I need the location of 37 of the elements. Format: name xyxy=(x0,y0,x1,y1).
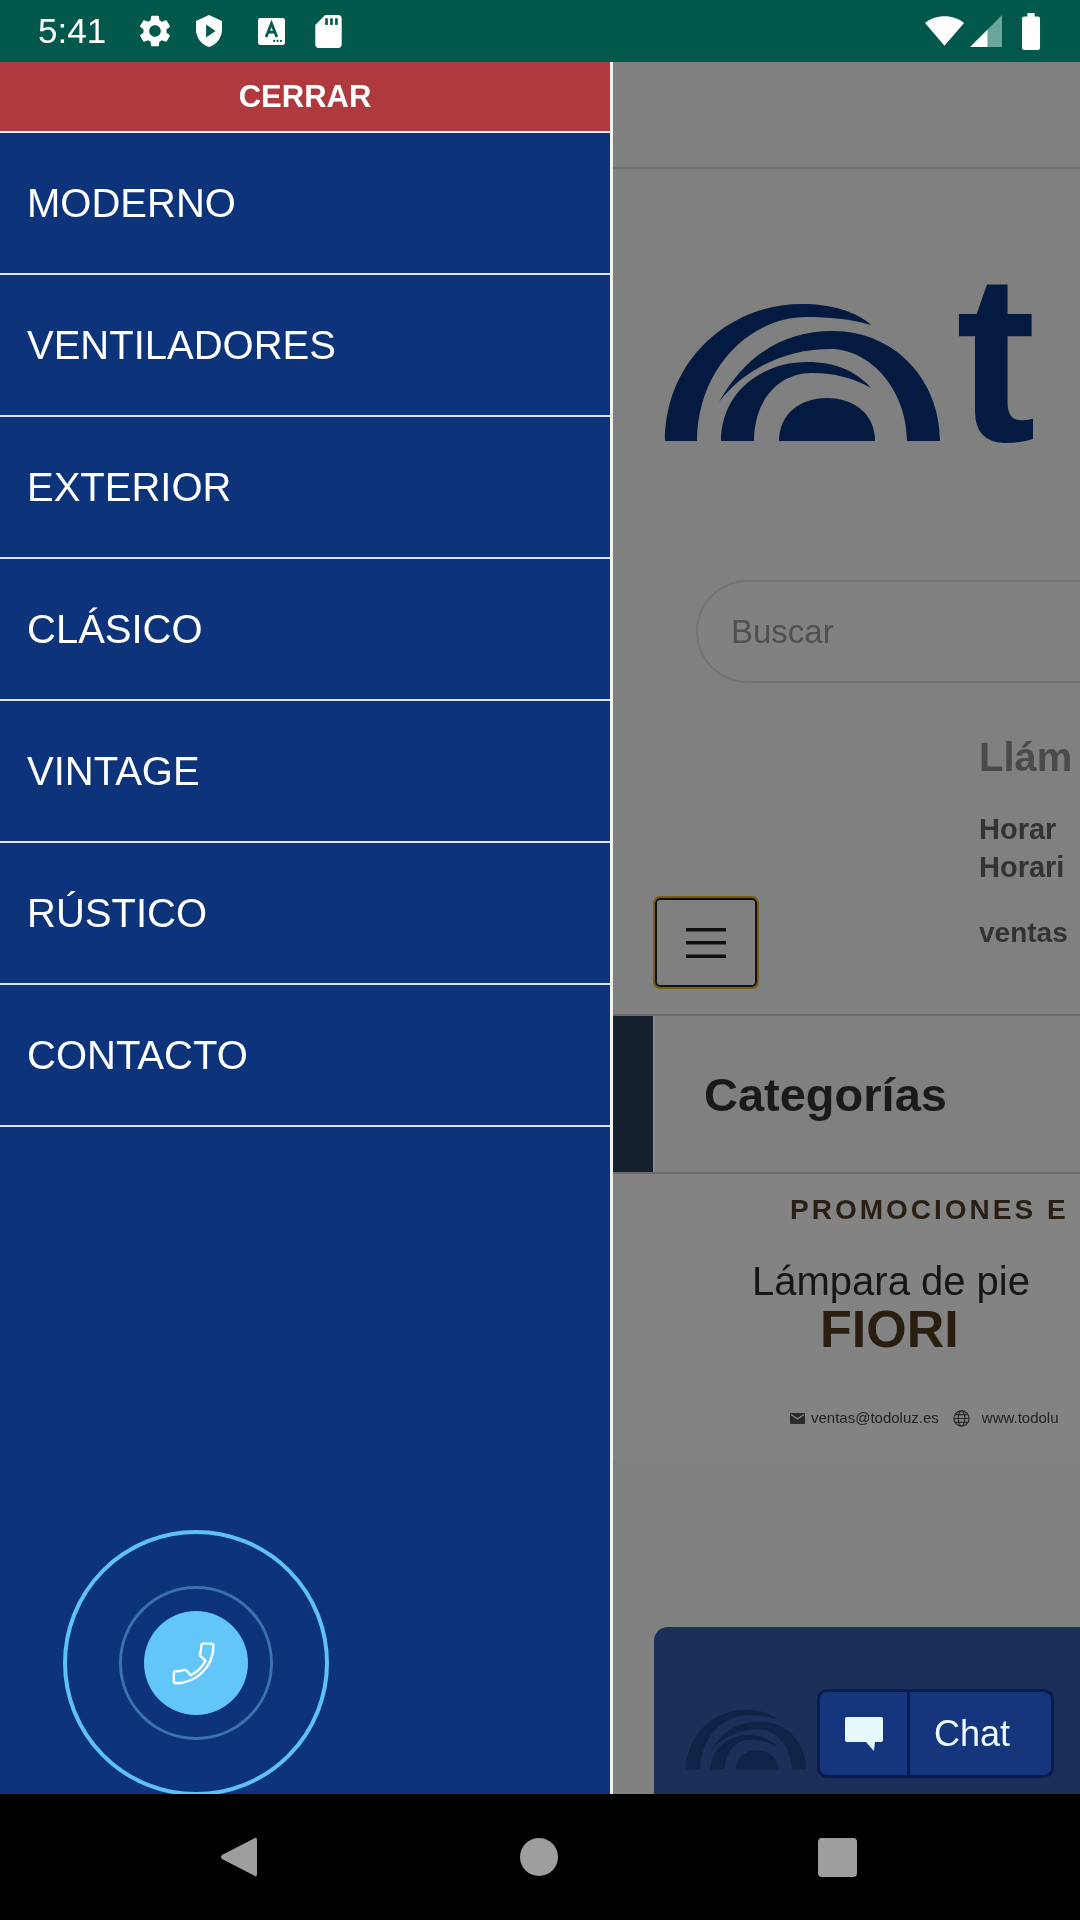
home-icon[interactable] xyxy=(520,1838,558,1876)
menu-item[interactable]: EXTERIOR xyxy=(0,417,610,559)
signal-icon xyxy=(969,15,1003,47)
battery-icon xyxy=(1021,12,1041,50)
close-button[interactable]: CERRAR xyxy=(0,62,610,133)
product-name: FIORI xyxy=(820,1303,959,1355)
status-time: 5:41 xyxy=(38,11,107,51)
hours-text: Horari xyxy=(979,850,1065,885)
shield-play-icon xyxy=(196,15,223,47)
phone-icon xyxy=(144,1611,248,1715)
chat-bubble-icon xyxy=(844,1716,883,1751)
chat-button[interactable]: Chat xyxy=(817,1689,1054,1778)
wifi-icon xyxy=(925,16,964,46)
product-line: Lámpara de pie xyxy=(752,1259,1030,1303)
globe-icon xyxy=(952,1409,970,1427)
app-notification-icon xyxy=(258,17,286,45)
banner-email: ventas@todoluz.es xyxy=(811,1408,939,1428)
menu-icon xyxy=(686,927,726,958)
menu-button[interactable] xyxy=(653,896,759,989)
menu-item[interactable]: MODERNO xyxy=(0,133,610,275)
menu-item[interactable]: RÚSTICO xyxy=(0,843,610,985)
email-text: ventas xyxy=(979,916,1068,950)
hours-text: Horar xyxy=(979,812,1057,847)
settings-icon xyxy=(139,15,172,47)
sd-card-icon xyxy=(315,14,343,48)
banner-website: www.todolu xyxy=(981,1408,1059,1428)
menu-item[interactable]: VENTILADORES xyxy=(0,275,610,417)
recents-icon[interactable] xyxy=(818,1837,857,1877)
section-title: Categorías xyxy=(704,1066,947,1122)
menu-item[interactable]: CLÁSICO xyxy=(0,559,610,701)
logo-text: t xyxy=(956,238,1036,478)
menu-item[interactable]: CONTACTO xyxy=(0,985,610,1127)
menu-item[interactable]: VINTAGE xyxy=(0,701,610,843)
call-button[interactable] xyxy=(63,1530,329,1796)
mail-icon xyxy=(790,1412,805,1424)
back-icon[interactable] xyxy=(220,1836,257,1878)
banner-headline: PROMOCIONES E xyxy=(790,1193,1069,1227)
